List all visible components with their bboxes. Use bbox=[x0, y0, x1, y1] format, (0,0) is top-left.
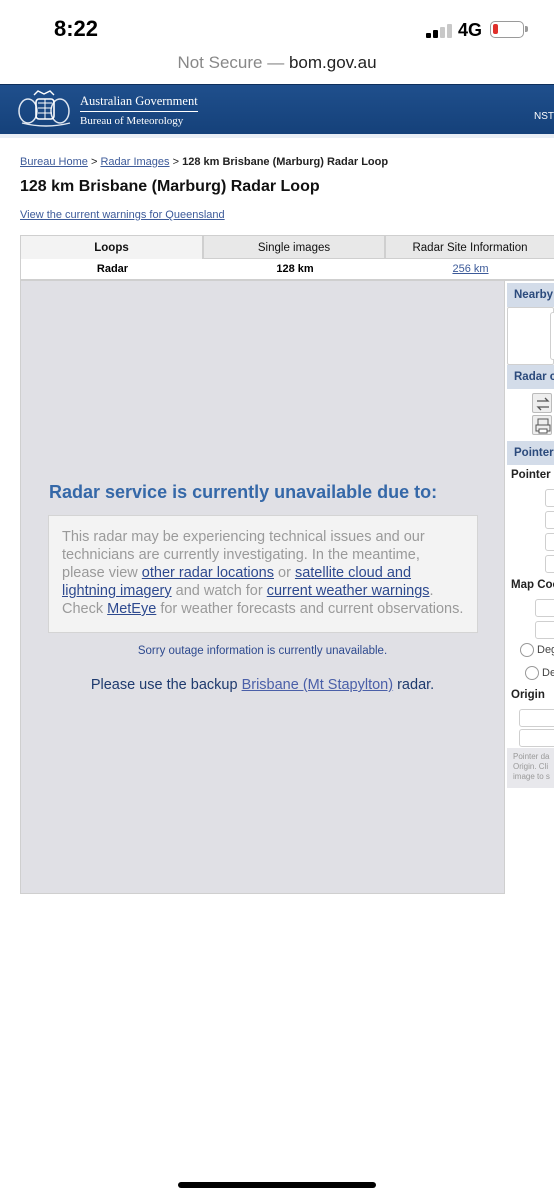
backup-text: radar. bbox=[393, 677, 435, 693]
pointer-field-2[interactable] bbox=[545, 511, 554, 529]
header-title[interactable]: Australian Government Bureau of Meteorol… bbox=[80, 92, 198, 127]
url-domain: bom.gov.au bbox=[288, 53, 377, 72]
range-current: 128 km bbox=[276, 263, 314, 275]
origin-field-2[interactable] bbox=[519, 729, 554, 747]
page-title: 128 km Brisbane (Marburg) Radar Loop bbox=[20, 178, 320, 195]
tab-single-images[interactable]: Single images bbox=[203, 235, 385, 259]
pointer-field-3[interactable] bbox=[545, 533, 554, 551]
other-radar-locations-link[interactable]: other radar locations bbox=[142, 565, 274, 581]
gov-name: Australian Government bbox=[80, 94, 198, 112]
tab-loops[interactable]: Loops bbox=[20, 235, 203, 259]
breadcrumb-current: 128 km Brisbane (Marburg) Radar Loop bbox=[182, 156, 389, 168]
nearby-panel bbox=[507, 307, 554, 365]
nav-fragment[interactable]: NST bbox=[534, 111, 554, 122]
backup-text: Please use the backup bbox=[90, 677, 242, 693]
radar-panel: Radar service is currently unavailable d… bbox=[20, 280, 505, 894]
notice-text: or bbox=[273, 565, 295, 581]
decimal-radio[interactable] bbox=[525, 666, 539, 680]
signal-icon bbox=[426, 22, 452, 38]
outage-info-text: Sorry outage information is currently un… bbox=[137, 645, 388, 657]
help-line: Origin. Cli bbox=[513, 762, 549, 771]
coat-of-arms-icon[interactable] bbox=[16, 89, 76, 127]
battery-icon bbox=[490, 21, 528, 38]
help-line: image to s bbox=[513, 772, 550, 781]
security-label: Not Secure bbox=[177, 53, 263, 72]
breadcrumb-sep: > bbox=[172, 156, 180, 168]
outage-notice: This radar may be experiencing technical… bbox=[48, 515, 478, 633]
breadcrumb-radar-images-link[interactable]: Radar Images bbox=[100, 156, 169, 168]
breadcrumb-sep: > bbox=[90, 156, 98, 168]
pointer-field-4[interactable] bbox=[545, 555, 554, 573]
radar-controls-heading: Radar c bbox=[507, 365, 554, 389]
range-subtabs: Radar 128 km 256 km bbox=[20, 259, 554, 280]
print-icon[interactable] bbox=[532, 415, 552, 435]
status-bar: 8:22 4G bbox=[0, 0, 554, 50]
unavailable-heading: Radar service is currently unavailable d… bbox=[49, 482, 438, 502]
origin-field-1[interactable] bbox=[519, 709, 554, 727]
radar-type-label: Radar bbox=[96, 263, 129, 275]
agency-name: Bureau of Meteorology bbox=[80, 115, 184, 127]
nearby-list[interactable] bbox=[550, 312, 554, 360]
network-type: 4G bbox=[458, 20, 483, 40]
backup-radar-text: Please use the backup Brisbane (Mt Stapy… bbox=[21, 677, 504, 693]
pointer-field-1[interactable] bbox=[545, 489, 554, 507]
meteye-link[interactable]: MetEye bbox=[107, 601, 156, 617]
notice-text: for weather forecasts and current observ… bbox=[156, 601, 464, 617]
backup-radar-link[interactable]: Brisbane (Mt Stapylton) bbox=[242, 677, 394, 693]
clock: 8:22 bbox=[54, 16, 99, 41]
nearby-heading: Nearby bbox=[507, 283, 554, 307]
map-coords-label: Map Coo bbox=[511, 579, 554, 591]
site-header: Australian Government Bureau of Meteorol… bbox=[0, 84, 554, 134]
range-256-link[interactable]: 256 km bbox=[452, 263, 488, 275]
origin-label: Origin bbox=[511, 689, 545, 701]
breadcrumb: Bureau Home > Radar Images > 128 km Bris… bbox=[20, 156, 388, 168]
tab-radar-site-information[interactable]: Radar Site Information bbox=[385, 235, 554, 259]
pointer-heading: Pointer bbox=[507, 441, 554, 465]
url-separator: — bbox=[267, 53, 285, 72]
map-coord-field-2[interactable] bbox=[535, 621, 554, 639]
address-bar[interactable]: Not Secure — bom.gov.au bbox=[0, 50, 554, 84]
sidebar: Nearby Radar c Pointer Pointer Map Coo D… bbox=[505, 280, 554, 894]
swap-icon[interactable] bbox=[532, 393, 552, 413]
current-warnings-link[interactable]: current weather warnings bbox=[267, 583, 430, 599]
header-divider bbox=[0, 134, 554, 138]
degrees-radio-label: Deg bbox=[537, 644, 554, 656]
degrees-radio[interactable] bbox=[520, 643, 534, 657]
map-coord-field-1[interactable] bbox=[535, 599, 554, 617]
view-tabs: Loops Single images Radar Site Informati… bbox=[20, 235, 554, 259]
decimal-radio-label: De bbox=[542, 667, 554, 679]
notice-text: and watch for bbox=[171, 583, 267, 599]
pointer-help-text: Pointer da Origin. Cli image to s bbox=[507, 748, 554, 788]
help-line: Pointer da bbox=[513, 752, 550, 761]
qld-warnings-link[interactable]: View the current warnings for Queensland bbox=[20, 209, 225, 221]
breadcrumb-home-link[interactable]: Bureau Home bbox=[20, 156, 88, 168]
home-indicator[interactable] bbox=[178, 1182, 376, 1188]
pointer-label: Pointer bbox=[511, 469, 551, 481]
